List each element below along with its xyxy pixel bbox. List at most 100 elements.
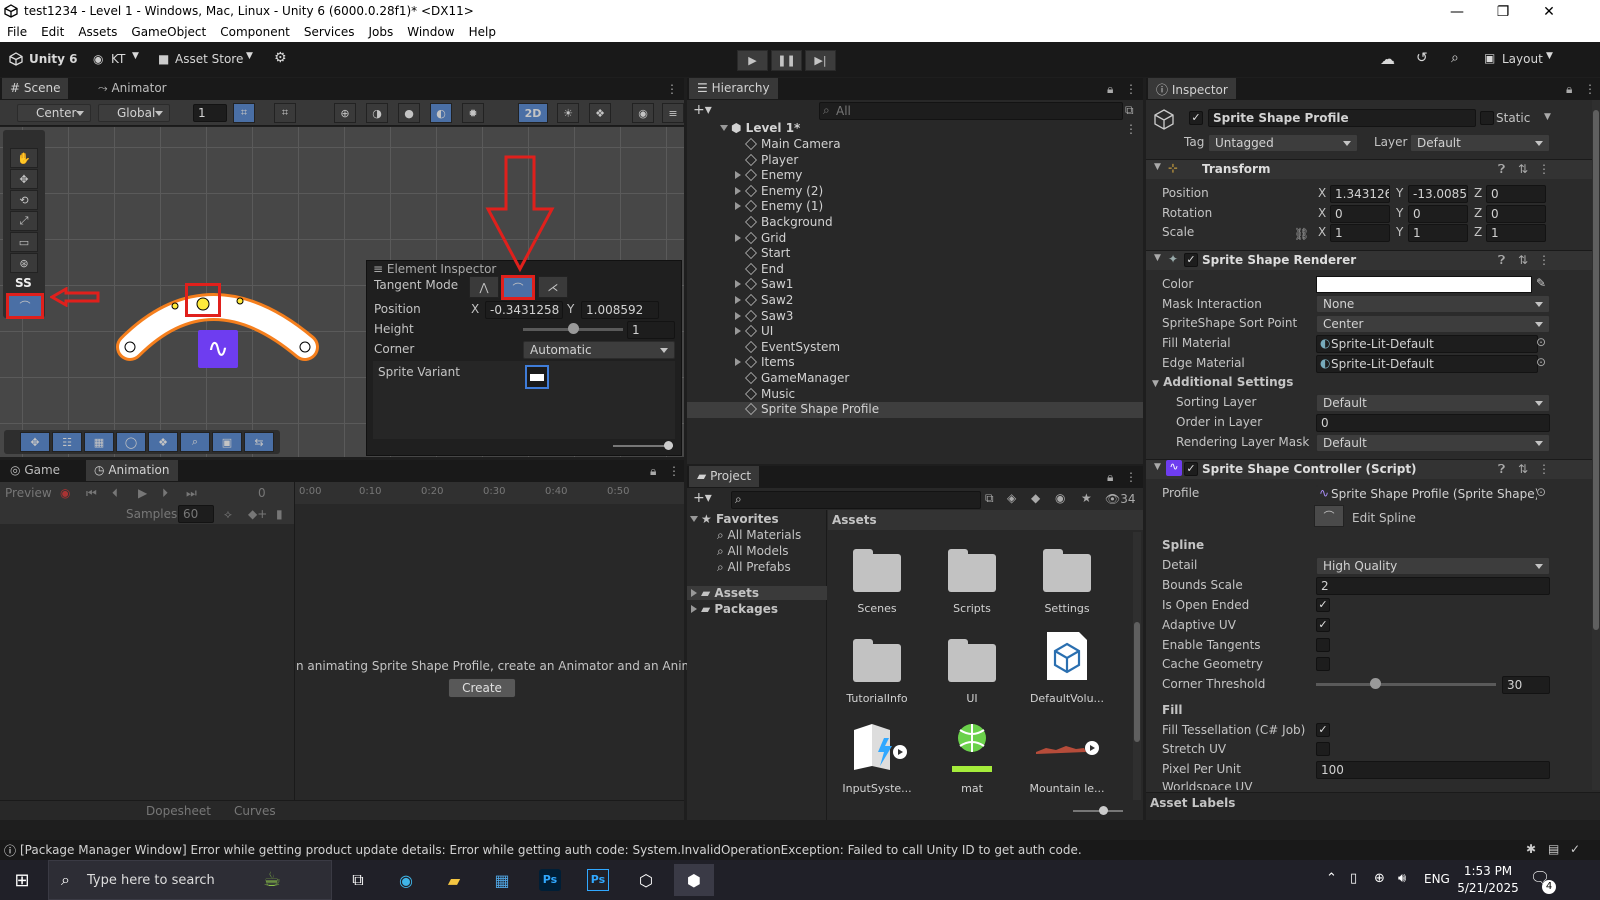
menu-help[interactable]: Help	[462, 23, 503, 42]
task-view-icon[interactable]: ⧉	[338, 864, 378, 896]
account-button[interactable]: KT	[111, 52, 125, 66]
shaded-icon[interactable]: ●	[398, 103, 420, 123]
overlay-circle-icon[interactable]: ◯	[116, 432, 146, 452]
overlay-shuffle-icon[interactable]: ⇆	[244, 432, 274, 452]
inspector-scrollbar[interactable]	[1592, 100, 1600, 790]
height-field[interactable]: 1	[627, 321, 675, 339]
corner-dropdown[interactable]: Automatic	[523, 341, 675, 359]
menu-edit[interactable]: Edit	[34, 23, 71, 42]
close-icon[interactable]: ✕	[1526, 0, 1572, 23]
tab-hierarchy[interactable]: ☰ Hierarchy	[689, 78, 778, 99]
tree-assets[interactable]: ▰ Assets	[687, 586, 827, 600]
menu-services[interactable]: Services	[297, 23, 362, 42]
step-button[interactable]: ▶|	[805, 50, 836, 71]
controller-header[interactable]: ▼ ∿ ✓ Sprite Shape Controller (Script) ❓…	[1146, 459, 1592, 479]
hierarchy-item[interactable]: Player	[687, 153, 1143, 169]
star-icon[interactable]: ★	[1081, 491, 1092, 505]
lock-icon[interactable]: 🔒︎	[1566, 82, 1572, 97]
sprite-variant-thumbnail[interactable]	[525, 365, 549, 389]
transform-z-field[interactable]: 0	[1486, 204, 1546, 223]
transform-y-field[interactable]: 0	[1408, 204, 1468, 223]
edit-spline-icon[interactable]: ⌒	[1314, 505, 1344, 527]
asset-store-button[interactable]: Asset Store	[175, 52, 243, 66]
transform-header[interactable]: ▼ ⊹ Transform ❓︎ ⇅ ⋮	[1146, 159, 1592, 179]
rect-tool-icon[interactable]: ▭	[10, 232, 38, 252]
overlay-camera-icon[interactable]: ▣	[212, 432, 242, 452]
hierarchy-item[interactable]: Music	[687, 387, 1143, 403]
transform-z-field[interactable]: 1	[1486, 224, 1546, 243]
warning-icon[interactable]: ◉	[1055, 491, 1065, 505]
component-more-icon[interactable]: ⋮	[1538, 462, 1550, 476]
edit-spline-tool-icon[interactable]: ⌒	[6, 293, 44, 319]
stretch-uv-checkbox[interactable]	[1316, 742, 1330, 756]
fill-material-field[interactable]: ◐ Sprite-Lit-Default	[1316, 335, 1538, 353]
lock-icon[interactable]: 🔒︎	[650, 464, 656, 479]
grid-snap-icon[interactable]: ⌗	[274, 103, 296, 123]
windows-start-icon[interactable]: ⊞	[2, 864, 42, 896]
layer-dropdown[interactable]: Default	[1410, 134, 1550, 152]
renderer-header[interactable]: ▼ ✦ ✓ Sprite Shape Renderer ❓︎ ⇅ ⋮	[1146, 250, 1592, 270]
favorites-item[interactable]: ★ Favorites	[690, 512, 779, 526]
play-button[interactable]: ▶	[737, 50, 768, 71]
transform-y-field[interactable]: -13.00859	[1408, 185, 1468, 203]
chevron-down-icon[interactable]: ▼	[1544, 112, 1551, 122]
asset-item[interactable]: Mountain le...	[1022, 726, 1112, 806]
clock-date[interactable]: 5/21/2025	[1452, 881, 1524, 895]
label-icon[interactable]: ◆	[1031, 491, 1040, 505]
asset-item[interactable]: DefaultVolu...	[1022, 632, 1112, 716]
store-app-icon[interactable]: ▦	[482, 864, 522, 896]
menu-window[interactable]: Window	[400, 23, 461, 42]
hierarchy-item[interactable]: Main Camera	[687, 137, 1143, 153]
transform-y-field[interactable]: 1	[1408, 224, 1468, 243]
additional-settings-foldout[interactable]: ▼ Additional Settings	[1152, 375, 1293, 389]
effects-icon[interactable]: ❖	[589, 103, 611, 123]
adaptive-uv-checkbox[interactable]: ✓	[1316, 618, 1330, 632]
hierarchy-item[interactable]: Background	[687, 215, 1143, 231]
preset-icon[interactable]: ⇅	[1518, 462, 1528, 476]
pixel-per-unit-field[interactable]: 100	[1316, 761, 1550, 779]
order-in-layer-field[interactable]: 0	[1316, 414, 1550, 432]
unity-version-button[interactable]: Unity 6	[29, 52, 78, 66]
space-dropdown[interactable]: Global	[98, 104, 170, 122]
help-icon[interactable]: ❓︎	[1498, 462, 1505, 477]
bounds-scale-field[interactable]: 2	[1316, 577, 1550, 595]
lighting-icon[interactable]: ☀	[557, 103, 579, 123]
expand-icon[interactable]	[735, 280, 741, 289]
tag-dropdown[interactable]: Untagged	[1208, 134, 1358, 152]
position-x-field[interactable]: -0.3431258	[485, 301, 563, 319]
add-event-icon[interactable]: ▮	[276, 507, 283, 521]
hierarchy-item[interactable]: Items	[687, 355, 1143, 371]
expand-icon[interactable]	[735, 202, 741, 211]
constrain-proportions-icon[interactable]: ⛓︎	[1294, 227, 1309, 241]
add-key-icon[interactable]: ◆+	[248, 507, 267, 521]
expand-icon[interactable]	[735, 296, 741, 304]
hierarchy-item[interactable]: EventSystem	[687, 340, 1143, 356]
object-picker-icon[interactable]: ⊙	[1536, 355, 1546, 369]
create-animator-button[interactable]: Create	[448, 678, 516, 698]
menu-gameobject[interactable]: GameObject	[124, 23, 213, 42]
more-icon[interactable]: ⋮	[1125, 470, 1137, 484]
history-icon[interactable]: ↺	[1416, 50, 1428, 66]
expand-icon[interactable]	[735, 311, 741, 320]
settings-icon[interactable]: ⚙	[274, 50, 287, 66]
volume-icon[interactable]: 🔊︎	[1398, 871, 1406, 886]
transform-tool-icon[interactable]: ⊛	[10, 253, 38, 273]
active-checkbox[interactable]: ✓	[1189, 111, 1203, 125]
last-frame-icon[interactable]: ⏭	[186, 486, 197, 501]
profile-field[interactable]: ∿ Sprite Shape Profile (Sprite Shape)	[1316, 485, 1538, 503]
icon-size-slider[interactable]	[1073, 810, 1123, 812]
curves-tab[interactable]: Curves	[234, 804, 276, 818]
overlay-grid-icon[interactable]: ☷	[52, 432, 82, 452]
tab-game[interactable]: ◎ Game	[2, 460, 69, 481]
grid-size-field[interactable]: 1	[193, 104, 227, 122]
hierarchy-search-input[interactable]: ⌕ All	[819, 102, 1123, 120]
progress-icon[interactable]: ▤	[1548, 842, 1559, 856]
enable-tangents-checkbox[interactable]	[1316, 638, 1330, 652]
component-more-icon[interactable]: ⋮	[1538, 253, 1550, 267]
color-swatch[interactable]	[1316, 276, 1532, 293]
dopesheet-tab[interactable]: Dopesheet	[146, 804, 211, 818]
object-picker-icon[interactable]: ⊙	[1536, 485, 1546, 499]
keyframe-icon[interactable]: ⟡	[224, 507, 232, 522]
fill-tessellation-checkbox[interactable]: ✓	[1316, 723, 1330, 737]
shading-icon[interactable]: ⊕	[334, 103, 356, 123]
